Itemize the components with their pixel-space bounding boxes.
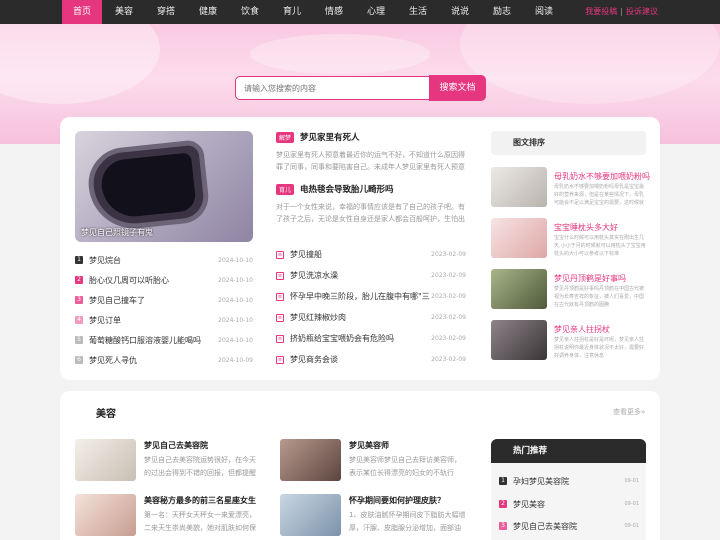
nav-item-diet[interactable]: 饮食 [230, 0, 270, 24]
headline-block: 解梦 梦见家里有死人 梦见家里有死人预意着最近你的运气不好，不知道什么原因得罪了同… [276, 131, 466, 173]
image-rank-item[interactable]: 母乳奶水不够要加喂奶粉吗 母乳奶水不够要加喂奶粉吗母乳是宝宝最好的营养来源，但是… [491, 167, 650, 207]
complaint-link[interactable]: 投诉建议 [626, 7, 658, 16]
image-rank-item[interactable]: 宝宝睡枕头多大好 宝宝什么时候可以用枕头其实在刚出生几天,小小于月的时候就可以用… [491, 218, 646, 258]
thumbnail[interactable] [280, 494, 341, 536]
search-input[interactable] [235, 76, 429, 100]
nav-item-emotion[interactable]: 情感 [314, 0, 354, 24]
image-rank-heading: 图文排序 [491, 131, 646, 155]
featured-caption[interactable]: 梦见自己照镜子有鬼 [81, 227, 153, 238]
nav-item-reading[interactable]: 阅读 [524, 0, 564, 24]
thumbnail[interactable] [491, 320, 547, 360]
list-item[interactable]: 3 梦见自己去美容院 09-01 [499, 518, 639, 534]
beauty-item[interactable]: 梦见自己去美容院 梦见自己去美容院运势很好，在今天的过出会得到不错的回报，但都提… [75, 439, 263, 481]
list-item[interactable]: ≡ 梦见商务会谈 2023-02-09 [276, 349, 466, 370]
list-item[interactable]: 6 梦见死人寻仇 2024-10-09 [75, 350, 253, 370]
thumbnail[interactable] [75, 439, 136, 481]
nav-item-talk[interactable]: 说说 [440, 0, 480, 24]
beauty-item[interactable]: 美容秘方最多的前三名星座女生 第一名：天秤女天秤女一来爱漂亮，二来天生崇尚美貌，… [75, 494, 263, 536]
list-item[interactable]: 1 孕妇梦见美容院 09-01 [499, 473, 639, 489]
hot-recommend-list: 1 孕妇梦见美容院 09-01 2 梦见美容 09-01 3 梦见自己去美容院 09-01 [491, 463, 646, 540]
list-item[interactable]: 1 梦见烷台 2024-10-10 [75, 250, 253, 270]
more-link[interactable]: 查看更多» [613, 407, 645, 417]
doc-icon: ≡ [276, 292, 284, 301]
thumbnail[interactable] [491, 269, 547, 309]
submit-article-link[interactable]: 我要投稿 [585, 7, 617, 16]
list-item[interactable]: 5 葡萄糖酸钙口服溶液婴儿能喝吗 2024-10-10 [75, 330, 253, 350]
list-item[interactable]: ≡ 梦见红辣椒炒肉 2023-02-09 [276, 307, 466, 328]
rank-list: 1 梦见烷台 2024-10-10 2 胎心仪几周可以听胎心 2024-10-10 3梦… [75, 250, 253, 370]
nav-item-home[interactable]: 首页 [62, 0, 102, 24]
nav-item-life[interactable]: 生活 [398, 0, 438, 24]
beauty-item[interactable]: 怀孕期间要如何护理皮肤？ 1、皮肤油腻怀孕期间皮下脂肪大幅增厚，汗腺、皮脂腺分泌… [280, 494, 468, 536]
thumbnail[interactable] [75, 494, 136, 536]
image-rank-item[interactable]: 梦见丹顶鹤是好事吗 梦见丹顶鹤是好事吗丹顶鹤在中国古代被视为长寿吉祥的象征，被人… [491, 269, 646, 309]
headline-desc: 对于一个女性来说，幸福的事情应该是有了自己的孩子吧。有了孩子之后，无论是女性自身… [276, 203, 465, 223]
headline-block: 育儿 电热毯会导致胎儿畸形吗 对于一个女性来说，幸福的事情应该是有了自己的孩子吧。… [276, 183, 466, 225]
doc-icon: ≡ [276, 334, 284, 343]
section-title: 美容 [96, 409, 116, 420]
hot-recommend-heading: 热门推荐 [491, 439, 646, 463]
thumbnail[interactable] [280, 439, 341, 481]
list-item[interactable]: ≡ 梦见洗凉水澡 2023-02-09 [276, 265, 466, 286]
beauty-item[interactable]: 梦见美容师 梦见美容师梦见自己去拜访美容师，表示某位长得漂亮的妇女的不轨行为，要… [280, 439, 468, 481]
list-item[interactable]: ≡ 怀孕早中晚三阶段，胎儿在腹中有哪"三 2023-02-09 [276, 286, 466, 307]
article-list: ≡ 梦见撞船 2023-02-09 ≡ 梦见洗凉水澡 2023-02-09 ≡ 怀孕早中晚… [276, 244, 466, 370]
doc-icon: ≡ [276, 250, 284, 259]
featured-image[interactable]: 梦见自己照镜子有鬼 [75, 131, 253, 242]
headline-title[interactable]: 梦见家里有死人 [300, 133, 360, 143]
thumbnail[interactable] [491, 167, 547, 207]
doc-icon: ≡ [276, 271, 284, 280]
nav-right-links: 我要投稿 | 投诉建议 [585, 7, 658, 16]
list-item[interactable]: ≡ 挤奶瓶给宝宝喂奶会有危险吗 2023-02-09 [276, 328, 466, 349]
mirror-picture [85, 139, 211, 233]
nav-item-health[interactable]: 健康 [188, 0, 228, 24]
top-nav: 首页 美容 穿搭 健康 饮食 育儿 情感 心理 生活 说说 励志 阅读 我要投稿… [0, 0, 720, 24]
nav-item-psychology[interactable]: 心理 [356, 0, 396, 24]
doc-icon: ≡ [276, 355, 284, 364]
nav-item-beauty[interactable]: 美容 [104, 0, 144, 24]
headline-desc: 梦见家里有死人预意着最近你的运气不好，不知道什么原因得罪了同事，同事和要陷害自己… [276, 151, 465, 171]
list-item[interactable]: 2 胎心仪几周可以听胎心 2024-10-10 [75, 270, 253, 290]
list-item[interactable]: 3 梦见自己撞车了 2024-10-10 [75, 290, 253, 310]
category-tag[interactable]: 育儿 [276, 184, 295, 195]
image-rank-item[interactable]: 梦见亲人拄拐杖 梦见亲人拄拐杖是好是坏呢，梦见亲人拄拐杖说明你最近身体状况不太好… [491, 320, 646, 360]
thumbnail[interactable] [491, 218, 547, 258]
list-item[interactable]: ≡ 梦见撞船 2023-02-09 [276, 244, 466, 265]
nav-item-parenting[interactable]: 育儿 [272, 0, 312, 24]
list-item[interactable]: 4 梦见订单 2024-10-10 [75, 310, 253, 330]
nav-item-outfit[interactable]: 穿搭 [146, 0, 186, 24]
list-item[interactable]: 2 梦见美容 09-01 [499, 496, 639, 512]
search-button[interactable]: 搜索文档 [429, 75, 486, 101]
headline-title[interactable]: 电热毯会导致胎儿畸形吗 [300, 185, 394, 195]
doc-icon: ≡ [276, 313, 284, 322]
category-tag[interactable]: 解梦 [276, 132, 295, 143]
nav-item-inspire[interactable]: 励志 [482, 0, 522, 24]
